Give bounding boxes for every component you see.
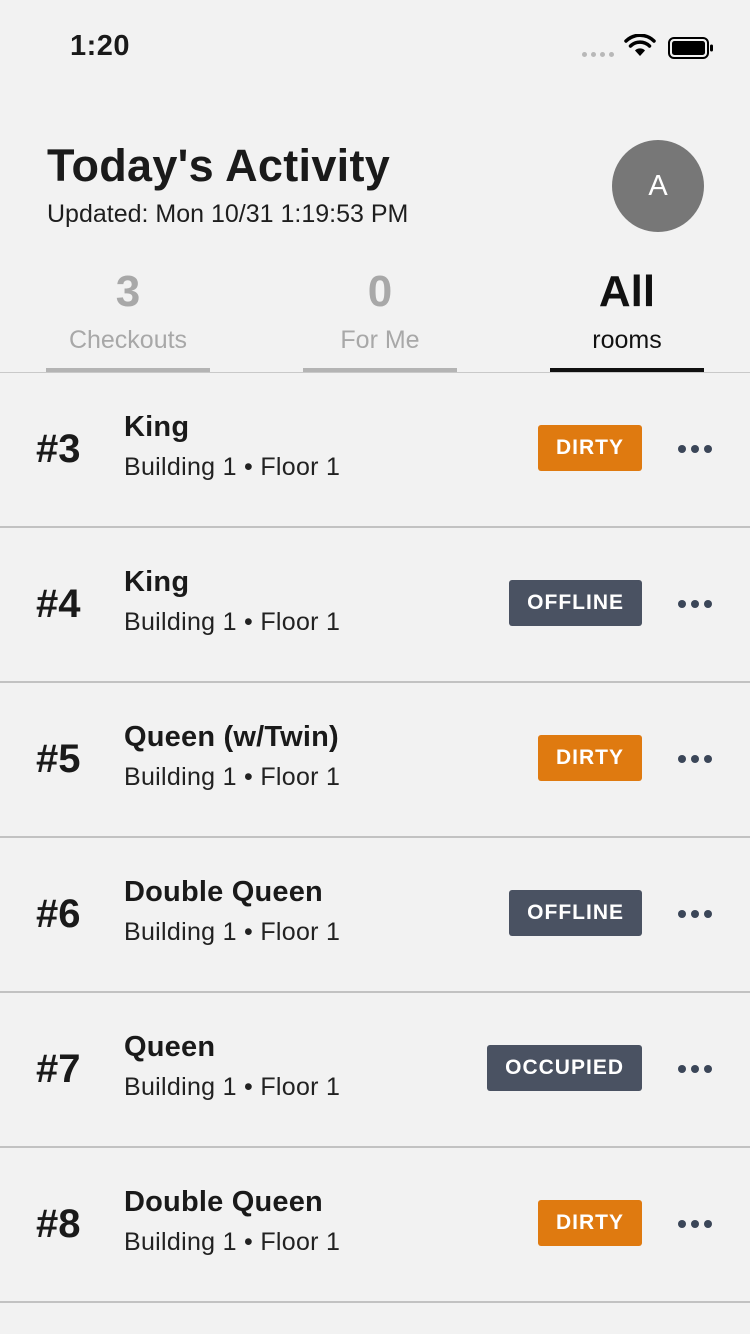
room-row[interactable]: #6 Double Queen Building 1 • Floor 1 OFF… [0,838,750,993]
status-badge: DIRTY [538,1200,642,1246]
tab-for-me[interactable]: 0 For Me [303,262,457,372]
room-location: Building 1 • Floor 1 [124,763,341,791]
room-type: Queen (w/Twin) [124,721,339,753]
room-location: Building 1 • Floor 1 [124,1228,341,1256]
wifi-icon [624,34,656,56]
room-location: Building 1 • Floor 1 [124,453,341,481]
page-title: Today's Activity [47,140,391,191]
room-type: Queen [124,1031,216,1063]
room-row[interactable]: #3 King Building 1 • Floor 1 DIRTY [0,373,750,528]
status-badge: DIRTY [538,735,642,781]
tab-count: 0 [367,267,393,316]
status-time: 1:20 [70,30,131,62]
tab-count: 3 [115,267,141,316]
last-updated-text: Updated: Mon 10/31 1:19:53 PM [47,200,409,228]
room-location: Building 1 • Floor 1 [124,608,341,636]
status-badge: DIRTY [538,425,642,471]
battery-icon [668,37,713,59]
tab-label: Checkouts [68,326,188,354]
room-number: #3 [36,427,81,471]
more-options-button[interactable] [670,1204,720,1244]
status-bar: 1:20 [0,0,750,96]
avatar[interactable]: A [612,140,704,232]
room-type: King [124,566,190,598]
room-number: #5 [36,737,81,781]
status-badge: OFFLINE [509,580,642,626]
tab-label: For Me [340,326,420,354]
room-row[interactable]: #5 Queen (w/Twin) Building 1 • Floor 1 D… [0,683,750,838]
room-row[interactable]: #8 Double Queen Building 1 • Floor 1 DIR… [0,1148,750,1303]
room-type: King [124,411,190,443]
more-options-button[interactable] [670,894,720,934]
room-number: #6 [36,892,81,936]
avatar-initial: A [648,169,668,202]
room-type: Double Queen [124,876,323,908]
room-location: Building 1 • Floor 1 [124,1073,341,1101]
cellular-signal-icon [582,52,614,57]
tab-label: rooms [592,326,662,354]
more-options-button[interactable] [670,739,720,779]
status-badge: OCCUPIED [487,1045,642,1091]
tab-checkouts[interactable]: 3 Checkouts [46,262,210,372]
room-number: #4 [36,582,81,626]
status-badge: OFFLINE [509,890,642,936]
room-number: #7 [36,1047,81,1091]
more-options-button[interactable] [670,584,720,624]
room-number: #8 [36,1202,81,1246]
room-row[interactable]: #7 Queen Building 1 • Floor 1 OCCUPIED [0,993,750,1148]
room-location: Building 1 • Floor 1 [124,918,341,946]
more-options-button[interactable] [670,429,720,469]
more-options-button[interactable] [670,1049,720,1089]
tab-all-rooms[interactable]: All rooms [550,262,704,372]
room-list: #3 King Building 1 • Floor 1 DIRTY #4 Ki… [0,373,750,1303]
tab-count: All [598,267,656,316]
room-row[interactable]: #4 King Building 1 • Floor 1 OFFLINE [0,528,750,683]
room-type: Double Queen [124,1186,323,1218]
